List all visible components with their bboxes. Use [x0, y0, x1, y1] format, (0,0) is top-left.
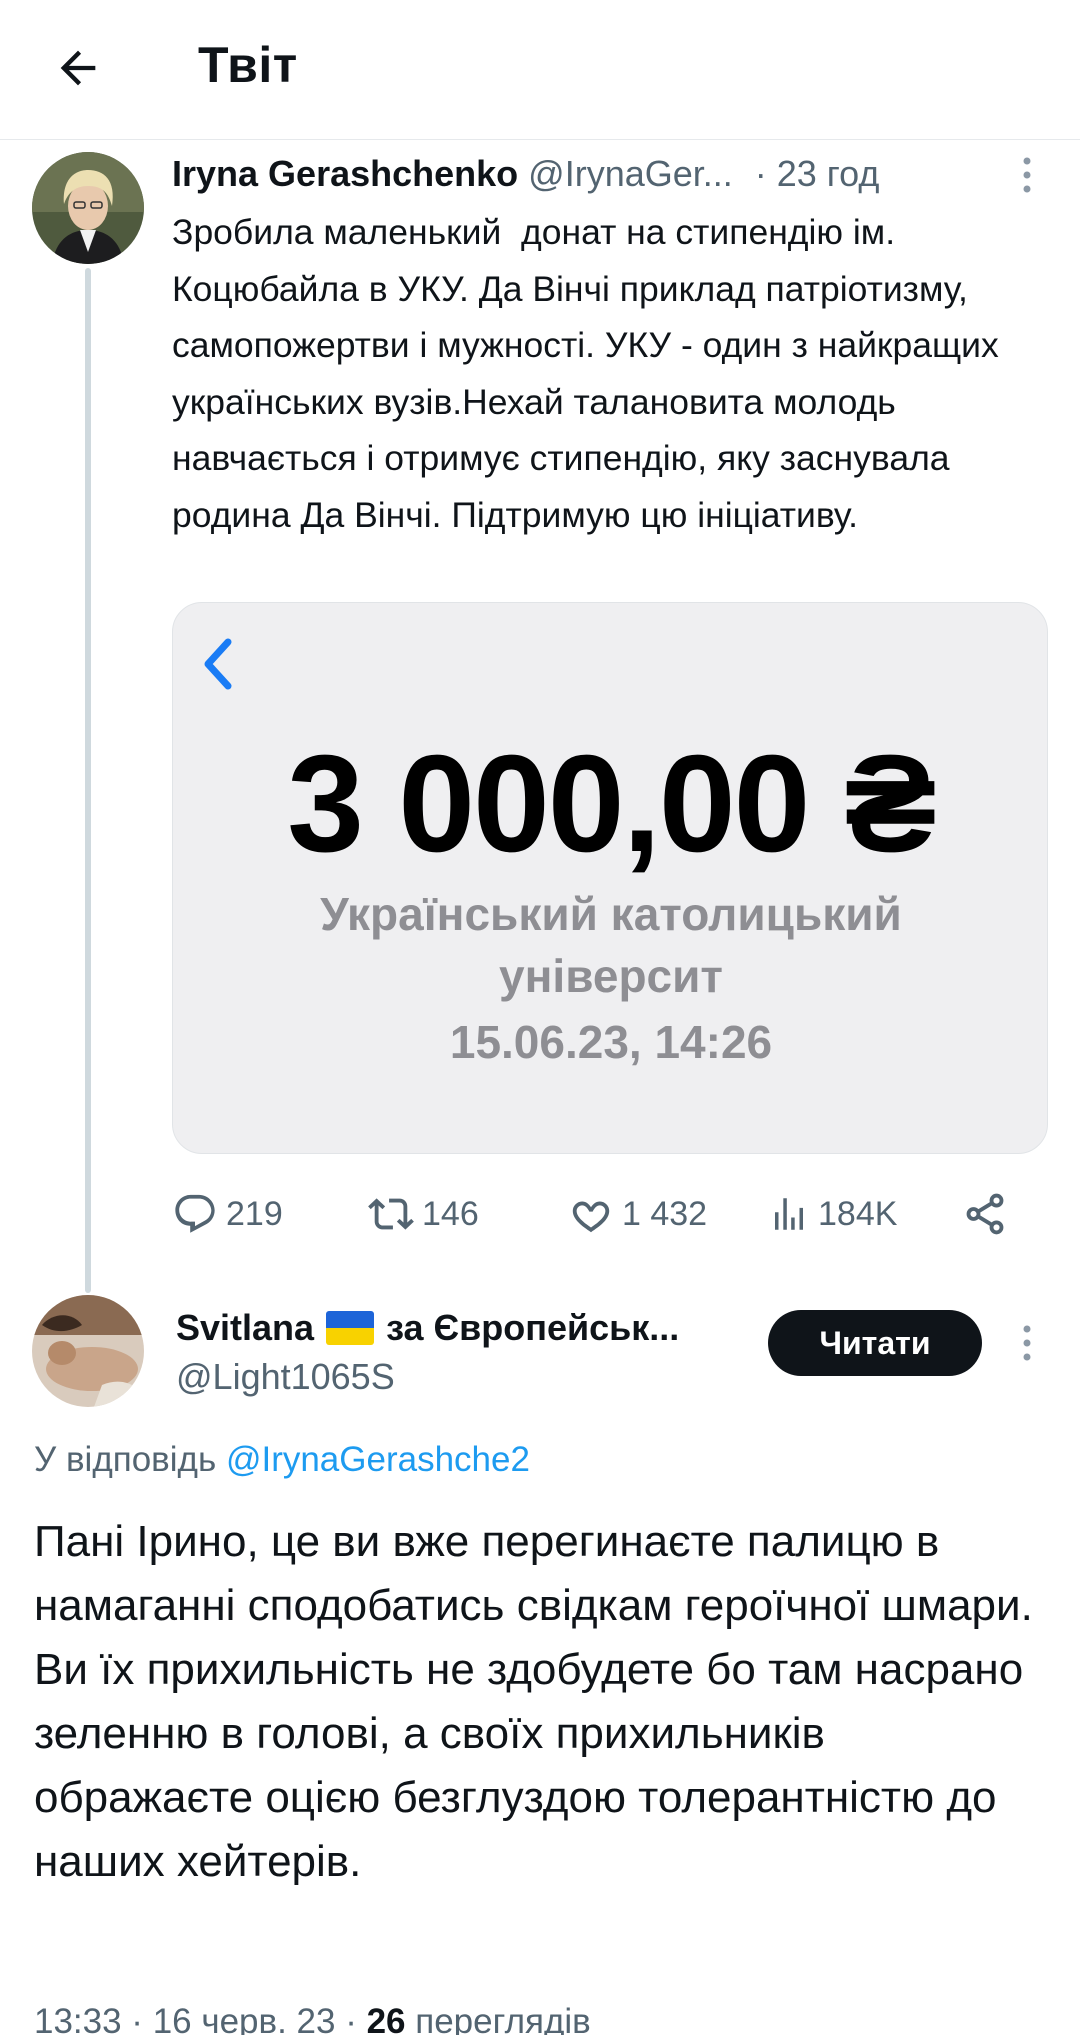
reply-author-rest: за Європейськ... [386, 1307, 680, 1348]
reply-meta: 13:33 · 16 черв. 23 · 26 переглядів [34, 2002, 591, 2035]
author-name[interactable]: Iryna Gerashchenko [172, 153, 518, 195]
tweet-text: Зробила маленький донат на стипендію ім.… [172, 212, 1009, 535]
more-vertical-icon [1023, 157, 1031, 193]
follow-button[interactable]: Читати [768, 1310, 982, 1376]
like-count: 1 432 [622, 1194, 708, 1233]
donation-amount: 3 000,00 ₴ [287, 727, 937, 881]
chevron-left-icon [193, 629, 243, 699]
retweet-button[interactable]: 146 [368, 1180, 479, 1248]
reply-to-mention[interactable]: @IrynaGerashche2 [226, 1440, 530, 1479]
top-bar: Твіт [0, 0, 1080, 140]
retweet-count: 146 [422, 1194, 479, 1233]
reply-button[interactable]: 219 [172, 1180, 283, 1248]
reply-to-label: У відповідь [34, 1440, 217, 1479]
views-icon [775, 1198, 803, 1230]
recipient-name-cont: університ [499, 950, 723, 1002]
thread-connector-line [85, 268, 91, 1293]
more-vertical-icon [1023, 1325, 1031, 1361]
reply-timestamp[interactable]: 13:33 · 16 черв. 23 · [34, 2002, 367, 2035]
more-options-button[interactable] [1012, 1318, 1042, 1368]
views-count: 184K [818, 1194, 898, 1233]
reply-icon [175, 1194, 215, 1233]
page-title: Твіт [198, 37, 298, 93]
author-photo [32, 152, 144, 264]
reply-author-name[interactable]: Svitlana за Європейськ... [176, 1302, 736, 1354]
tweet-media[interactable]: 3 000,00 ₴ Український католицький уніве… [172, 602, 1048, 1154]
share-button[interactable] [962, 1180, 1008, 1248]
reply-views-count: 26 [366, 2002, 406, 2035]
views-button[interactable]: 184K [768, 1180, 897, 1248]
tweet-timestamp[interactable]: · 23 год [755, 153, 880, 195]
more-options-button[interactable] [1012, 150, 1042, 200]
back-button[interactable] [44, 34, 112, 102]
retweet-icon [368, 1198, 414, 1230]
share-icon [966, 1193, 1004, 1235]
author-photo [32, 1295, 144, 1407]
heart-icon [572, 1201, 610, 1233]
recipient-name: Український католицький [320, 888, 902, 940]
arrow-left-icon [60, 50, 96, 86]
reply-context: У відповідь @IrynaGerashche2 [34, 1440, 530, 1480]
reply-author-handle[interactable]: @Light1065S [176, 1356, 395, 1398]
transaction-datetime: 15.06.23, 14:26 [449, 1016, 773, 1068]
tweet-author-row: Iryna Gerashchenko @IrynaGer... · 23 год [172, 148, 1052, 200]
reply-author-first: Svitlana [176, 1307, 315, 1348]
reply-text: Пані Ірино, це ви вже перегинаєте палицю… [34, 1517, 1033, 1886]
reply-views-label: переглядів [405, 2002, 591, 2035]
ukraine-flag-icon [326, 1311, 375, 1345]
avatar[interactable] [32, 1295, 144, 1407]
author-handle[interactable]: @IrynaGer... [528, 153, 733, 195]
like-button[interactable]: 1 432 [568, 1180, 707, 1248]
tweet-actions: 219 146 1 432 184K [172, 1180, 1032, 1248]
reply-count: 219 [226, 1194, 283, 1233]
avatar[interactable] [32, 152, 144, 264]
